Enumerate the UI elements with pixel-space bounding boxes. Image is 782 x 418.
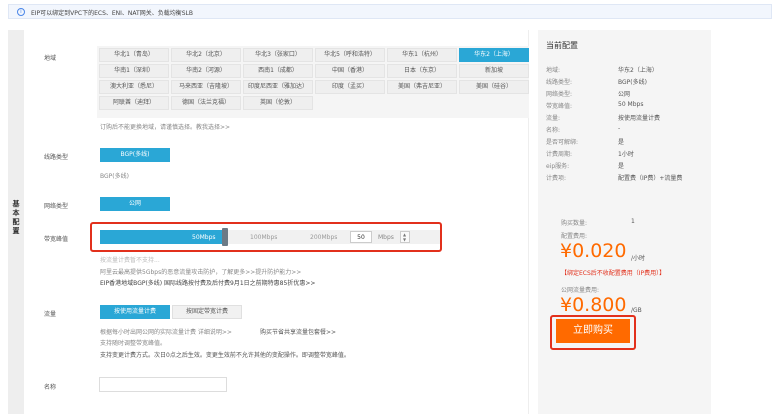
summary-key: 地域: <box>546 67 561 74</box>
public-network-button[interactable]: 公网 <box>100 197 170 211</box>
summary-value: BGP(多线) <box>618 79 647 86</box>
tick-200: 200Mbps <box>310 234 338 241</box>
region-option[interactable]: 华北2（北京） <box>171 48 241 62</box>
traffic-fee-label: 公网流量费用: <box>561 287 600 294</box>
config-price: ¥0.020 <box>560 240 627 262</box>
summary-value: - <box>618 125 621 132</box>
region-option[interactable]: 华北1（青岛） <box>99 48 169 62</box>
summary-key: 带宽峰值: <box>546 103 573 110</box>
traffic-pay-by-bandwidth[interactable]: 按固定带宽计费 <box>172 305 242 319</box>
right-gutter <box>711 30 782 414</box>
bgp-button[interactable]: BGP(多线) <box>100 148 170 162</box>
region-option[interactable]: 德国（法兰克福） <box>171 96 241 110</box>
region-hint[interactable]: 订购后不能更换地域，请谨慎选择。教我选择>> <box>100 122 230 131</box>
bandwidth-note-1: 按流量计费暂不支持... <box>100 257 160 264</box>
region-option[interactable]: 新加坡 <box>459 64 529 78</box>
line-type-sub: BGP(多线) <box>100 173 129 180</box>
traffic-hint-1[interactable]: 根据每小时出网公网的实际流量计费 详细说明>> <box>100 327 232 336</box>
summary-title: 当前配置 <box>546 41 578 50</box>
region-option[interactable]: 华东2（上海） <box>459 48 529 62</box>
summary-key: 计费项: <box>546 175 567 182</box>
summary-value: 是 <box>618 163 625 170</box>
summary-key: 网络类型: <box>546 91 573 98</box>
summary-value: 配置费（IP费）+流量费 <box>618 175 683 182</box>
region-option[interactable]: 华南2（河源） <box>171 64 241 78</box>
traffic-label: 流量 <box>44 311 57 318</box>
traffic-pay-by-usage[interactable]: 按使用流量计费 <box>100 305 170 319</box>
traffic-hint-1b[interactable]: 购买节省共享流量包套餐>> <box>260 327 336 336</box>
region-option[interactable]: 阿联酋（迪拜） <box>99 96 169 110</box>
region-option[interactable]: 日本（东京） <box>387 64 457 78</box>
region-grid: 华北1（青岛） 华北2（北京） 华北3（张家口） 华北5（呼和浩特） 华东1（杭州） 华东… <box>97 46 529 118</box>
region-option[interactable]: 马来西亚（吉隆坡） <box>171 80 241 94</box>
region-option[interactable]: 中国（香港） <box>315 64 385 78</box>
region-option[interactable]: 美国（硅谷） <box>459 80 529 94</box>
region-option[interactable]: 华北3（张家口） <box>243 48 313 62</box>
region-option[interactable]: 澳大利亚（悉尼） <box>99 80 169 94</box>
section-sidebar: 基本配置 <box>8 30 24 414</box>
network-type-label: 网络类型 <box>44 203 69 210</box>
slider-handle[interactable] <box>222 228 228 246</box>
region-option[interactable]: 美国（弗吉尼亚） <box>387 80 457 94</box>
summary-value: 按使用流量计费 <box>618 115 661 122</box>
region-option[interactable]: 华南1（深圳） <box>99 64 169 78</box>
traffic-hint-3: 支持变更计费方式。次日0点之后生效。变更生效前不允许其他的变配操作。即调整带宽峰… <box>100 352 350 359</box>
buy-now-button[interactable]: 立即购买 <box>556 319 630 343</box>
summary-value: 华东2（上海） <box>618 67 658 74</box>
notice-text: EIP可以绑定到VPC下的ECS、ENI、NAT网关、负载均衡SLB <box>31 10 193 17</box>
region-option[interactable]: 西南1（成都） <box>243 64 313 78</box>
tick-100: 100Mbps <box>250 234 278 241</box>
name-label: 名称 <box>44 384 57 391</box>
region-option[interactable]: 华东1（杭州） <box>387 48 457 62</box>
summary-key: eip服务: <box>546 163 570 170</box>
config-unit: /小时 <box>631 255 646 262</box>
bandwidth-unit: Mbps <box>378 234 394 241</box>
name-input[interactable] <box>99 377 227 392</box>
summary-value: 1小时 <box>618 151 634 158</box>
line-type-label: 线路类型 <box>44 154 69 161</box>
config-warning: 【绑定ECS后不收配置费用（IP费用）】 <box>561 270 666 277</box>
region-option[interactable]: 英国（伦敦） <box>243 96 313 110</box>
section-title: 基本配置 <box>12 200 20 235</box>
summary-key: 线路类型: <box>546 79 573 86</box>
notice-bar: i EIP可以绑定到VPC下的ECS、ENI、NAT网关、负载均衡SLB <box>8 4 772 19</box>
info-icon: i <box>17 8 25 16</box>
qty-value: 1 <box>631 218 635 225</box>
region-option[interactable]: 印度尼西亚（雅加达） <box>243 80 313 94</box>
summary-key: 计费周期: <box>546 151 573 158</box>
tick-50: 50Mbps <box>192 234 216 241</box>
traffic-hint-2: 支持随时调整带宽峰值。 <box>100 340 167 347</box>
summary-key: 名称: <box>546 127 561 134</box>
summary-key: 流量: <box>546 115 561 122</box>
region-label: 地域 <box>44 55 57 62</box>
traffic-price: ¥0.800 <box>560 294 627 316</box>
summary-value: 公网 <box>618 91 631 98</box>
bandwidth-note-3[interactable]: EIP香港地域BGP(多线) 国际线路按付费及后付费9月1日之前期特惠85折优惠… <box>100 278 315 287</box>
summary-key: 是否可解绑: <box>546 139 579 146</box>
chevron-down-icon[interactable]: ▼ <box>403 237 406 242</box>
summary-value: 是 <box>618 139 625 146</box>
config-fee-label: 配置费用: <box>561 233 588 240</box>
traffic-unit: /GB <box>631 307 642 314</box>
qty-label: 购买数量: <box>561 220 588 227</box>
region-option[interactable]: 华北5（呼和浩特） <box>315 48 385 62</box>
bandwidth-stepper[interactable]: ▲ ▼ <box>400 231 410 243</box>
bandwidth-input[interactable] <box>350 231 372 243</box>
bandwidth-note-2[interactable]: 阿里云最高提供5Gbps的恶意流量攻击防护，了解更多>>提升防护能力>> <box>100 267 301 276</box>
region-option[interactable]: 印度（孟买） <box>315 80 385 94</box>
bandwidth-label: 带宽峰值 <box>44 236 69 243</box>
summary-value: 50 Mbps <box>618 101 644 108</box>
